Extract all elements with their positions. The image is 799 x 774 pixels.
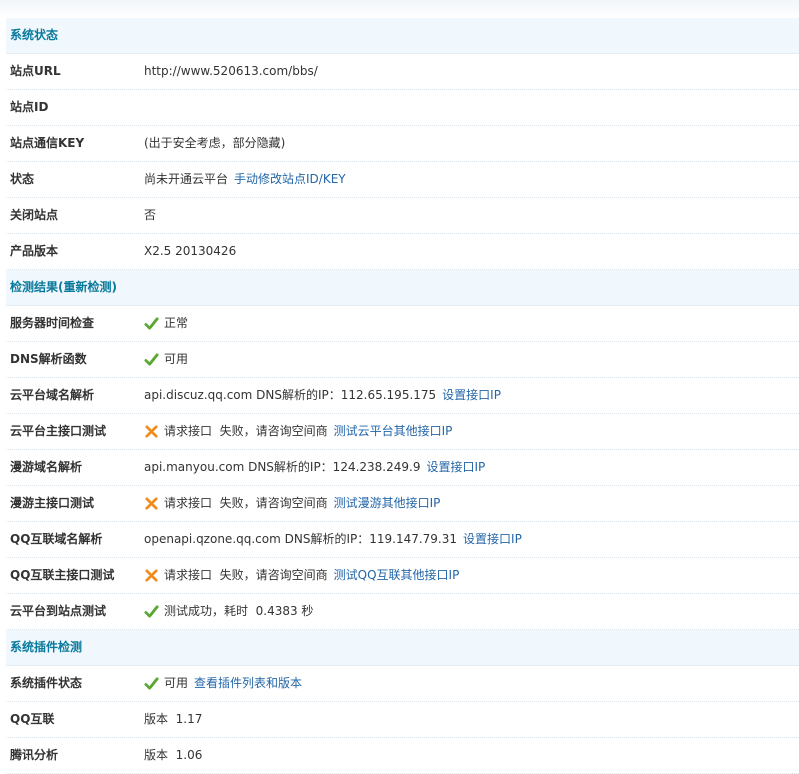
qq-set-ip-link[interactable]: 设置接口IP bbox=[463, 522, 522, 557]
server-time-label: 服务器时间检查 bbox=[10, 316, 95, 330]
cloud-set-ip-link[interactable]: 设置接口IP bbox=[442, 378, 501, 413]
row-qq-api: QQ互联主接口测试 请求接口 失败，请咨询空间商 测试QQ互联其他接口IP bbox=[6, 558, 799, 594]
cloud-status-table: 系统状态 站点URL http://www.520613.com/bbs/ 站点… bbox=[6, 18, 799, 774]
cloud-to-site-label: 云平台到站点测试 bbox=[10, 604, 107, 618]
row-manyou-dns: 漫游域名解析 api.manyou.com DNS解析的IP：124.238.2… bbox=[6, 450, 799, 486]
site-key-value: (出于安全考虑，部分隐藏) bbox=[144, 136, 286, 150]
dns-func-value: 可用 bbox=[164, 352, 189, 366]
state-label: 状态 bbox=[10, 172, 35, 186]
row-site-key: 站点通信KEY (出于安全考虑，部分隐藏) bbox=[6, 126, 799, 162]
product-version-value: X2.5 20130426 bbox=[144, 244, 237, 258]
site-closed-label: 关闭站点 bbox=[10, 208, 59, 222]
manyou-api-label: 漫游主接口测试 bbox=[10, 496, 95, 510]
cloud-test-other-ip-link[interactable]: 测试云平台其他接口IP bbox=[334, 414, 453, 449]
site-url-value: http://www.520613.com/bbs/ bbox=[144, 64, 318, 78]
qq-api-value: 请求接口 失败，请咨询空间商 bbox=[164, 568, 328, 582]
check-icon bbox=[144, 677, 159, 690]
check-icon bbox=[144, 317, 159, 330]
row-state: 状态 尚未开通云平台 手动修改站点ID/KEY bbox=[6, 162, 799, 198]
row-plugin-status: 系统插件状态 可用 查看插件列表和版本 bbox=[6, 666, 799, 702]
site-key-label: 站点通信KEY bbox=[10, 136, 85, 150]
site-closed-value: 否 bbox=[144, 208, 157, 222]
row-site-url: 站点URL http://www.520613.com/bbs/ bbox=[6, 54, 799, 90]
check-icon bbox=[144, 353, 159, 366]
cloud-dns-value: api.discuz.qq.com DNS解析的IP：112.65.195.17… bbox=[144, 388, 437, 402]
fail-x-icon bbox=[145, 425, 158, 438]
view-plugin-list-link[interactable]: 查看插件列表和版本 bbox=[194, 666, 302, 701]
row-server-time: 服务器时间检查 正常 bbox=[6, 306, 799, 342]
manyou-test-other-ip-link[interactable]: 测试漫游其他接口IP bbox=[334, 486, 441, 521]
section-plugin-check: 系统插件检测 bbox=[6, 630, 799, 666]
cloud-to-site-value: 测试成功，耗时 0.4383 秒 bbox=[164, 604, 314, 618]
row-site-id: 站点ID bbox=[6, 90, 799, 126]
row-dns-func: DNS解析函数 可用 bbox=[6, 342, 799, 378]
row-cloud-dns: 云平台域名解析 api.discuz.qq.com DNS解析的IP：112.6… bbox=[6, 378, 799, 414]
plugin-status-label: 系统插件状态 bbox=[10, 676, 83, 690]
row-manyou-api: 漫游主接口测试 请求接口 失败，请咨询空间商 测试漫游其他接口IP bbox=[6, 486, 799, 522]
qq-connect-label: QQ互联 bbox=[10, 712, 55, 726]
server-time-value: 正常 bbox=[164, 316, 189, 330]
manyou-dns-label: 漫游域名解析 bbox=[10, 460, 83, 474]
cloud-api-label: 云平台主接口测试 bbox=[10, 424, 107, 438]
product-version-label: 产品版本 bbox=[10, 244, 59, 258]
tencent-analysis-version: 版本 1.06 bbox=[144, 748, 203, 762]
row-site-closed: 关闭站点 否 bbox=[6, 198, 799, 234]
manyou-set-ip-link[interactable]: 设置接口IP bbox=[426, 450, 485, 485]
row-qq-connect: QQ互联 版本 1.17 bbox=[6, 702, 799, 738]
site-url-label: 站点URL bbox=[10, 64, 61, 78]
dns-func-label: DNS解析函数 bbox=[10, 352, 87, 366]
cloud-api-value: 请求接口 失败，请咨询空间商 bbox=[164, 424, 328, 438]
fail-x-icon bbox=[145, 569, 158, 582]
edit-site-id-key-link[interactable]: 手动修改站点ID/KEY bbox=[234, 162, 346, 197]
row-qq-dns: QQ互联域名解析 openapi.qzone.qq.com DNS解析的IP：1… bbox=[6, 522, 799, 558]
qq-connect-version: 版本 1.17 bbox=[144, 712, 203, 726]
section-system-status: 系统状态 bbox=[6, 18, 799, 54]
manyou-api-value: 请求接口 失败，请咨询空间商 bbox=[164, 496, 328, 510]
section-check-results[interactable]: 检测结果(重新检测) bbox=[6, 270, 799, 306]
tencent-analysis-label: 腾讯分析 bbox=[10, 748, 59, 762]
cloud-dns-label: 云平台域名解析 bbox=[10, 388, 95, 402]
row-tencent-analysis: 腾讯分析 版本 1.06 bbox=[6, 738, 799, 774]
manyou-dns-value: api.manyou.com DNS解析的IP：124.238.249.9 bbox=[144, 460, 421, 474]
qq-api-label: QQ互联主接口测试 bbox=[10, 568, 115, 582]
qq-dns-label: QQ互联域名解析 bbox=[10, 532, 103, 546]
check-icon bbox=[144, 605, 159, 618]
row-cloud-to-site: 云平台到站点测试 测试成功，耗时 0.4383 秒 bbox=[6, 594, 799, 630]
fail-x-icon bbox=[145, 497, 158, 510]
row-cloud-api: 云平台主接口测试 请求接口 失败，请咨询空间商 测试云平台其他接口IP bbox=[6, 414, 799, 450]
qq-test-other-ip-link[interactable]: 测试QQ互联其他接口IP bbox=[334, 558, 460, 593]
state-value: 尚未开通云平台 bbox=[144, 172, 229, 186]
qq-dns-value: openapi.qzone.qq.com DNS解析的IP：119.147.79… bbox=[144, 532, 458, 546]
top-band bbox=[0, 0, 799, 18]
row-product-version: 产品版本 X2.5 20130426 bbox=[6, 234, 799, 270]
plugin-status-value: 可用 bbox=[164, 676, 189, 690]
site-id-label: 站点ID bbox=[10, 100, 49, 114]
